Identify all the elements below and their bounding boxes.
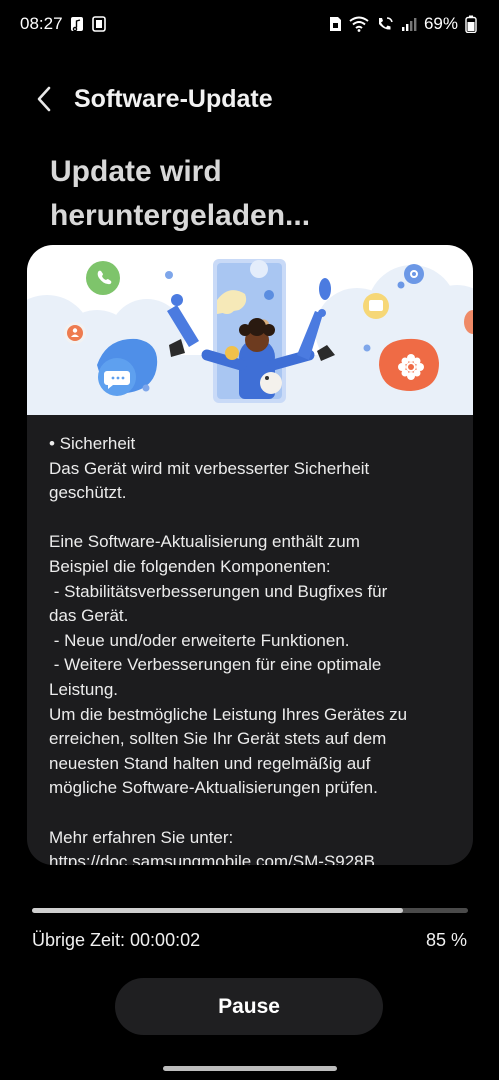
- remaining-time: Übrige Zeit: 00:00:02: [32, 930, 201, 950]
- status-bar: 08:27 69%: [0, 0, 499, 48]
- release-note-line: neuesten Stand halten und regelmäßig auf: [49, 753, 371, 773]
- wifi-icon: [349, 16, 369, 32]
- release-note-line: das Gerät.: [49, 606, 129, 626]
- battery-icon: [465, 15, 477, 33]
- screenshot-icon: [91, 16, 107, 32]
- status-time: 08:27: [20, 14, 63, 33]
- battery-percent: 69%: [423, 14, 458, 33]
- release-note-line: Mehr erfahren Sie unter:: [49, 827, 234, 847]
- pause-button[interactable]: Pause: [115, 978, 383, 1035]
- release-notes-card[interactable]: • Sicherheit Das Gerät wird mit verbesser…: [27, 245, 473, 865]
- download-progress-bar: [32, 908, 468, 913]
- release-note-line: Das Gerät wird mit verbesserter Sicherhe…: [49, 458, 370, 478]
- update-illustration: [27, 245, 473, 415]
- progress-percent: 85 %: [425, 930, 467, 950]
- release-note-line: - Weitere Verbesserungen für eine optima…: [49, 655, 382, 675]
- header-title: Software-Update: [74, 84, 273, 113]
- release-note-line: erreichen, sollten Sie Ihr Gerät stets a…: [49, 729, 387, 749]
- release-note-line: https://doc.samsungmobile.com/SM-S928B: [49, 852, 375, 865]
- page-title: Update wird heruntergeladen...: [50, 150, 470, 238]
- home-indicator[interactable]: [163, 1066, 337, 1071]
- release-note-line: Eine Software-Aktualisierung enthält zum: [49, 532, 360, 552]
- release-note-line: Leistung.: [49, 679, 118, 699]
- wifi-calling-icon: [376, 16, 394, 32]
- back-button[interactable]: [24, 79, 64, 119]
- page-title-line-1: Update wird: [50, 155, 222, 188]
- release-notes-text: • Sicherheit Das Gerät wird mit verbesser…: [49, 432, 457, 865]
- release-note-line: Beispiel die folgenden Komponenten:: [49, 556, 331, 576]
- status-left: 08:27: [20, 14, 107, 34]
- release-note-line: geschützt.: [49, 483, 127, 503]
- music-note-icon: [70, 16, 84, 32]
- release-note-line: - Neue und/oder erweiterte Funktionen.: [49, 630, 350, 650]
- app-header: Software-Update: [0, 72, 499, 126]
- progress-info: Übrige Zeit: 00:00:02 85 %: [32, 930, 467, 951]
- release-note-line: Um die bestmögliche Leistung Ihres Gerät…: [49, 704, 408, 724]
- chevron-left-icon: [37, 86, 51, 112]
- status-right: 69%: [329, 14, 477, 34]
- release-note-line: - Stabilitätsverbesserungen und Bugfixes…: [49, 581, 388, 601]
- release-note-line: mögliche Software-Aktualisierungen prüfe…: [49, 778, 378, 798]
- sim-icon: [329, 16, 342, 32]
- signal-icon: [401, 16, 417, 32]
- download-progress-fill: [32, 908, 403, 913]
- page-title-line-2: heruntergeladen...: [50, 199, 311, 232]
- release-note-line: • Sicherheit: [49, 434, 136, 453]
